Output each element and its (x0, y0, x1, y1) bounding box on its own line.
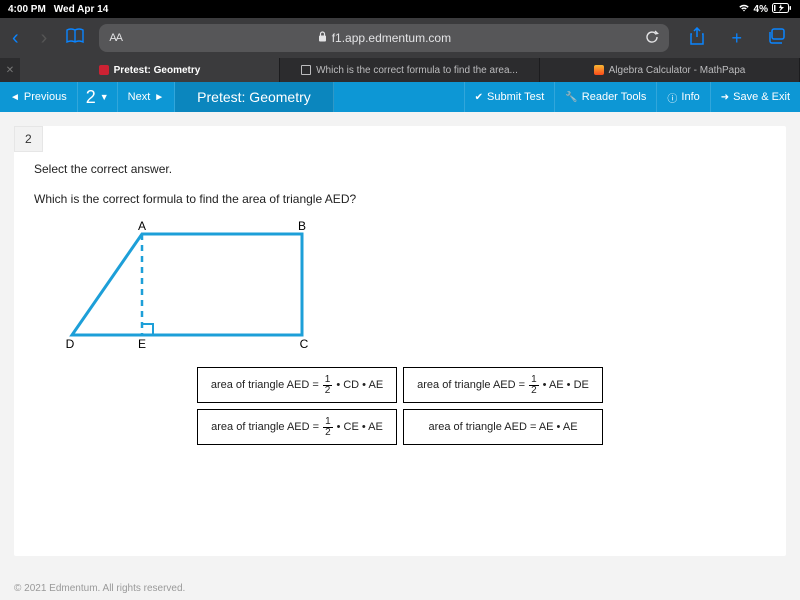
geometry-figure: A B C D E (42, 220, 766, 353)
fraction: 12 (323, 417, 333, 438)
share-icon[interactable] (683, 27, 711, 50)
tab-pretest[interactable]: Pretest: Geometry (20, 58, 280, 82)
answer-option-2[interactable]: area of triangle AED = 12 • AE • DE (403, 367, 603, 403)
tab-favicon-icon (301, 65, 311, 75)
tab-favicon-icon (594, 65, 604, 75)
copyright-footer: © 2021 Edmentum. All rights reserved. (14, 583, 185, 594)
battery-icon (772, 3, 792, 16)
next-button[interactable]: Next ► (118, 82, 176, 112)
browser-toolbar: ‹ › AA f1.app.edmentum.com + (0, 18, 800, 58)
submit-button[interactable]: ✔ Submit Test (465, 82, 556, 112)
fraction: 12 (323, 375, 333, 396)
question-number-badge: 2 (14, 126, 43, 152)
reload-icon[interactable] (645, 30, 659, 47)
url-bar[interactable]: AA f1.app.edmentum.com (99, 24, 669, 52)
status-date: Wed Apr 14 (54, 4, 108, 15)
save-exit-button[interactable]: ➜ Save & Exit (711, 82, 800, 112)
exit-icon: ➜ (721, 92, 729, 103)
chevron-down-icon: ▼ (100, 92, 109, 102)
forward-button: › (37, 27, 52, 50)
info-button[interactable]: ⓘ Info (657, 82, 710, 112)
tabs-icon[interactable] (762, 28, 792, 49)
content-area: 2 Select the correct answer. Which is th… (0, 112, 800, 600)
svg-text:A: A (138, 220, 146, 233)
battery-pct: 4% (754, 4, 768, 15)
text-size-button[interactable]: AA (109, 32, 122, 44)
tab-formula[interactable]: Which is the correct formula to find the… (280, 58, 540, 82)
svg-text:C: C (300, 337, 309, 350)
fraction: 12 (529, 375, 539, 396)
answer-option-4[interactable]: area of triangle AED = AE • AE (403, 409, 603, 445)
previous-button[interactable]: ◄ Previous (0, 82, 78, 112)
svg-text:E: E (138, 337, 146, 350)
tab-favicon-icon (99, 65, 109, 75)
question-dropdown[interactable]: 2 ▼ (78, 82, 118, 112)
page-title: Pretest: Geometry (175, 82, 334, 112)
answer-grid: area of triangle AED = 12 • CD • AE area… (197, 367, 603, 445)
close-tab-icon[interactable]: ✕ (0, 58, 20, 82)
question-prompt: Which is the correct formula to find the… (34, 192, 766, 206)
instruction-text: Select the correct answer. (34, 162, 766, 176)
svg-text:B: B (298, 220, 306, 233)
status-time: 4:00 PM (8, 4, 46, 15)
reader-tools-button[interactable]: 🔧 Reader Tools (555, 82, 657, 112)
info-icon: ⓘ (667, 90, 677, 105)
question-card: 2 Select the correct answer. Which is th… (14, 126, 786, 556)
app-toolbar: ◄ Previous 2 ▼ Next ► Pretest: Geometry … (0, 82, 800, 112)
url-text: f1.app.edmentum.com (332, 31, 451, 45)
svg-text:D: D (66, 337, 75, 350)
wifi-icon (738, 3, 750, 15)
wrench-icon: 🔧 (565, 92, 577, 103)
browser-tabs: ✕ Pretest: Geometry Which is the correct… (0, 58, 800, 82)
back-button[interactable]: ‹ (8, 27, 23, 50)
new-tab-icon[interactable]: + (725, 28, 748, 49)
lock-icon (318, 31, 327, 45)
check-icon: ✔ (475, 92, 483, 103)
arrow-right-icon: ► (154, 92, 164, 103)
answer-option-3[interactable]: area of triangle AED = 12 • CE • AE (197, 409, 397, 445)
ipad-statusbar: 4:00 PM Wed Apr 14 4% (0, 0, 800, 18)
arrow-left-icon: ◄ (10, 92, 20, 103)
bookmarks-icon[interactable] (65, 28, 85, 49)
answer-option-1[interactable]: area of triangle AED = 12 • CD • AE (197, 367, 397, 403)
tab-mathpapa[interactable]: Algebra Calculator - MathPapa (540, 58, 800, 82)
